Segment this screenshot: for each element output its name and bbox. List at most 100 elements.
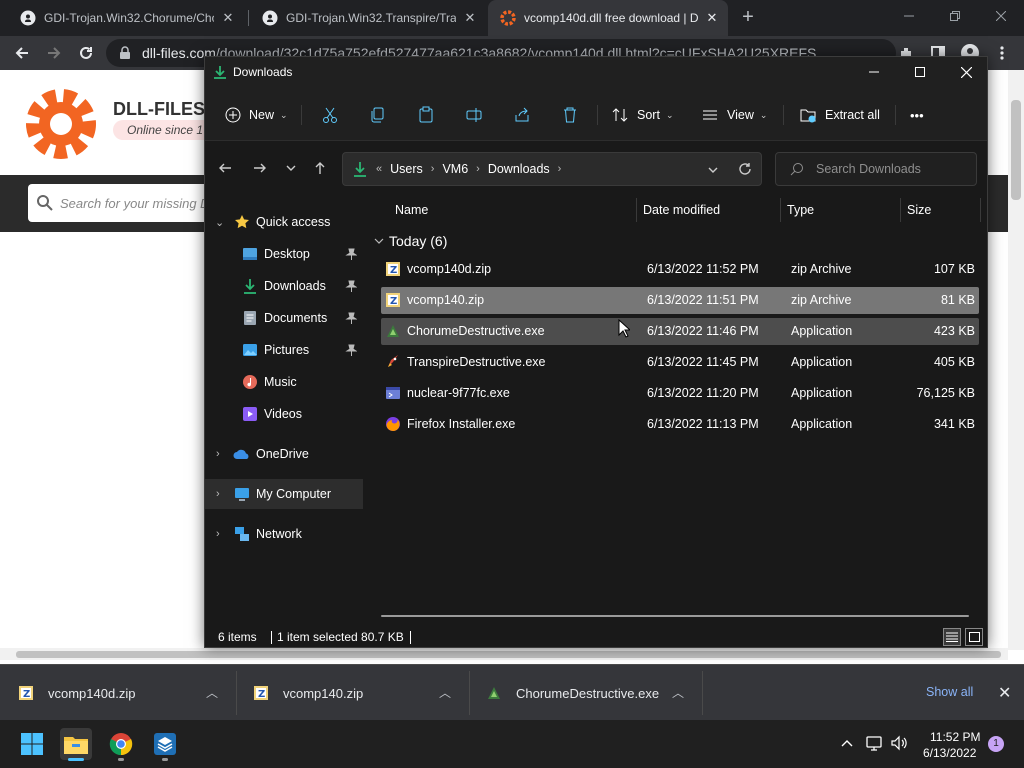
breadcrumb-vm6[interactable]: VM6 xyxy=(442,162,468,176)
nav-onedrive[interactable]: › OneDrive xyxy=(205,439,363,469)
up-arrow-icon[interactable] xyxy=(308,156,332,180)
minimize-icon[interactable] xyxy=(886,0,932,32)
page-scroll-thumb[interactable] xyxy=(1011,100,1021,200)
close-icon[interactable]: ✕ xyxy=(462,10,478,26)
file-row[interactable]: Firefox Installer.exe 6/13/2022 11:13 PM A… xyxy=(381,411,979,438)
back-icon[interactable] xyxy=(10,41,34,65)
file-row[interactable]: Zvcomp140.zip 6/13/2022 11:51 PM zip Archi… xyxy=(381,287,979,314)
clock-time[interactable]: 11:52 PM xyxy=(930,730,980,744)
back-icon[interactable] xyxy=(213,156,237,180)
new-button[interactable]: New ⌄ xyxy=(225,101,288,129)
tab-chorume[interactable]: GDI-Trojan.Win32.Chorume/Chor ✕ xyxy=(8,0,244,36)
forward-icon[interactable] xyxy=(248,156,272,180)
chrome-taskbar-icon[interactable] xyxy=(105,728,137,760)
rename-button[interactable] xyxy=(465,101,483,129)
pin-icon[interactable] xyxy=(345,280,357,292)
close-icon[interactable]: ✕ xyxy=(998,683,1011,703)
pin-icon[interactable] xyxy=(345,248,357,260)
chevron-right-icon[interactable]: › xyxy=(431,163,435,175)
clock-date[interactable]: 6/13/2022 xyxy=(923,746,976,760)
explorer-titlebar[interactable]: Downloads xyxy=(205,57,987,89)
page-horizontal-scroll-thumb[interactable] xyxy=(16,651,1001,658)
chevron-right-icon[interactable]: › xyxy=(476,163,480,175)
restore-icon[interactable] xyxy=(932,0,978,32)
show-all-link[interactable]: Show all xyxy=(926,685,973,699)
column-header-name[interactable]: Name xyxy=(395,195,428,225)
search-downloads-input[interactable]: Search Downloads xyxy=(775,152,977,186)
chevron-right-icon[interactable]: › xyxy=(216,528,220,540)
nav-documents[interactable]: Documents xyxy=(205,303,363,333)
cut-button[interactable] xyxy=(321,101,339,129)
file-row[interactable]: Zvcomp140d.zip 6/13/2022 11:52 PM zip Arch… xyxy=(381,256,979,283)
volume-icon[interactable] xyxy=(891,735,909,751)
chevron-up-icon[interactable] xyxy=(840,736,854,750)
new-tab-button[interactable]: + xyxy=(738,7,758,28)
extract-all-button[interactable]: Extract all xyxy=(799,101,880,129)
details-view-button[interactable] xyxy=(943,628,961,646)
file-row[interactable]: TranspireDestructive.exe 6/13/2022 11:45 … xyxy=(381,349,979,376)
tab-transpire[interactable]: GDI-Trojan.Win32.Transpire/Trans ✕ xyxy=(250,0,486,36)
explorer-address-bar[interactable]: « Users › VM6 › Downloads › xyxy=(342,152,762,186)
minimize-icon[interactable] xyxy=(851,57,897,87)
nav-network[interactable]: › Network xyxy=(205,519,363,549)
windows-start-icon[interactable] xyxy=(16,728,48,760)
tiles-view-button[interactable] xyxy=(965,628,983,646)
forward-icon[interactable] xyxy=(42,41,66,65)
breadcrumb-downloads[interactable]: Downloads xyxy=(488,162,550,176)
file-explorer-taskbar-icon[interactable] xyxy=(60,728,92,760)
share-button[interactable] xyxy=(513,101,531,129)
column-divider[interactable] xyxy=(980,198,981,222)
chevron-right-icon[interactable]: › xyxy=(558,163,562,175)
refresh-icon[interactable] xyxy=(738,162,752,176)
file-row[interactable]: ChorumeDestructive.exe 6/13/2022 11:46 PM… xyxy=(381,318,979,345)
nav-downloads[interactable]: Downloads xyxy=(205,271,363,301)
nav-music[interactable]: Music xyxy=(205,367,363,397)
nav-desktop[interactable]: Desktop xyxy=(205,239,363,269)
nav-quick-access[interactable]: ⌄ Quick access xyxy=(205,207,363,237)
chevron-up-icon[interactable]: ︿ xyxy=(672,684,684,701)
nav-pictures[interactable]: Pictures xyxy=(205,335,363,365)
close-icon[interactable]: ✕ xyxy=(220,10,236,26)
column-divider[interactable] xyxy=(780,198,781,222)
download-item[interactable]: Z vcomp140.zip ︿ xyxy=(253,665,469,721)
tab-dll-files[interactable]: vcomp140d.dll free download | D ✕ xyxy=(488,0,728,36)
delete-button[interactable] xyxy=(561,101,579,129)
nav-my-computer[interactable]: › My Computer xyxy=(205,479,363,509)
close-icon[interactable] xyxy=(978,0,1024,32)
chevron-down-icon[interactable] xyxy=(707,164,719,176)
more-options-button[interactable]: ••• xyxy=(910,101,924,129)
column-header-type[interactable]: Type xyxy=(787,195,814,225)
pin-icon[interactable] xyxy=(345,312,357,324)
breadcrumb-users[interactable]: Users xyxy=(390,162,423,176)
sort-button[interactable]: Sort ⌄ xyxy=(611,101,673,129)
column-header-date[interactable]: Date modified xyxy=(643,195,720,225)
file-list-scrollbar[interactable] xyxy=(381,615,969,617)
download-item[interactable]: ChorumeDestructive.exe ︿ xyxy=(486,665,702,721)
menu-icon[interactable] xyxy=(990,41,1014,65)
breadcrumb-overflow[interactable]: « xyxy=(376,163,382,175)
nav-videos[interactable]: Videos xyxy=(205,399,363,429)
pin-icon[interactable] xyxy=(345,344,357,356)
chevron-down-icon[interactable]: ⌄ xyxy=(215,216,224,229)
group-header-today[interactable]: Today (6) xyxy=(371,230,447,252)
file-row[interactable]: nuclear-9f77fc.exe 6/13/2022 11:20 PM Appl… xyxy=(381,380,979,407)
download-item[interactable]: Z vcomp140d.zip ︿ xyxy=(18,665,236,721)
paste-button[interactable] xyxy=(417,101,435,129)
column-divider[interactable] xyxy=(900,198,901,222)
column-divider[interactable] xyxy=(636,198,637,222)
close-icon[interactable]: ✕ xyxy=(704,10,720,26)
notification-badge[interactable]: 1 xyxy=(988,736,1004,752)
maximize-icon[interactable] xyxy=(897,57,943,87)
column-header-size[interactable]: Size xyxy=(907,195,931,225)
view-button[interactable]: View ⌄ xyxy=(701,101,767,129)
chevron-up-icon[interactable]: ︿ xyxy=(206,684,218,701)
network-status-icon[interactable] xyxy=(866,735,884,751)
recent-locations-chevron-icon[interactable] xyxy=(279,156,303,180)
reload-icon[interactable] xyxy=(74,41,98,65)
site-search-input[interactable]: Search for your missing D xyxy=(28,184,228,222)
chevron-right-icon[interactable]: › xyxy=(216,448,220,460)
chevron-right-icon[interactable]: › xyxy=(216,488,220,500)
copy-button[interactable] xyxy=(369,101,387,129)
chevron-up-icon[interactable]: ︿ xyxy=(439,684,451,701)
virtualbox-taskbar-icon[interactable] xyxy=(149,728,181,760)
